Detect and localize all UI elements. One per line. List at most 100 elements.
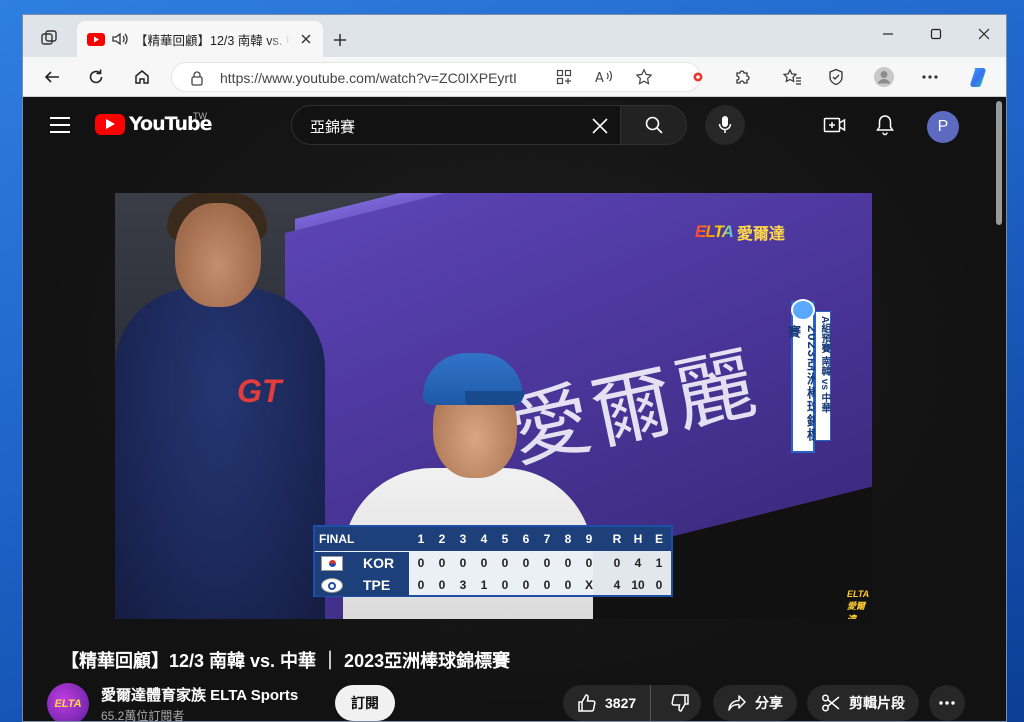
clip-button[interactable]: 剪輯片段: [807, 685, 919, 721]
search-button[interactable]: [621, 105, 687, 145]
inning-header: 3: [459, 532, 467, 546]
workspaces-icon[interactable]: [35, 25, 63, 51]
search-input[interactable]: 亞錦賽: [310, 116, 355, 137]
broadcaster-cn: 愛爾達: [736, 226, 785, 243]
inning-score: 0: [564, 556, 572, 570]
more-horizontal-icon: [939, 701, 955, 705]
home-button[interactable]: [127, 63, 157, 91]
tournament-banner: 2023亞洲棒球錦標賽: [786, 301, 820, 453]
speaker-icon[interactable]: [111, 31, 129, 47]
video-title: 【精華回顧】12/3 南韓 vs. 中華 ｜ 2023亞洲棒球錦標賽: [61, 651, 511, 671]
inning-score: 0: [522, 556, 530, 570]
player-left-head: [175, 203, 261, 307]
notifications-bell-icon[interactable]: [871, 111, 899, 139]
tab-active[interactable]: 【精華回顧】12/3 南韓 vs. 中華: [77, 21, 323, 57]
game-tag: A組預賽 南韓 vs 中華: [815, 311, 831, 441]
tab-strip: 【精華回顧】12/3 南韓 vs. 中華: [23, 15, 1006, 57]
scissors-icon: [822, 694, 840, 712]
address-bar[interactable]: https://www.youtube.com/watch?v=ZC0IXPEy…: [171, 62, 701, 92]
new-tab-button[interactable]: [327, 27, 353, 53]
tab-title: 【精華回顧】12/3 南韓 vs. 中華: [135, 33, 291, 48]
read-aloud-icon[interactable]: A: [589, 63, 619, 91]
inning-header: 2: [438, 532, 446, 546]
inning-score: 0: [543, 578, 551, 592]
browser-toolbar: https://www.youtube.com/watch?v=ZC0IXPEy…: [23, 57, 1006, 97]
share-button[interactable]: 分享: [713, 685, 797, 721]
inning-score: X: [584, 578, 593, 592]
search-box[interactable]: 亞錦賽: [291, 105, 621, 145]
subscriber-count: 65.2萬位訂閱者: [101, 709, 185, 722]
extensions-puzzle-icon[interactable]: [727, 63, 757, 91]
page-scrollbar[interactable]: [994, 99, 1004, 721]
favorites-icon[interactable]: [777, 63, 807, 91]
hits-value: 10: [631, 578, 645, 592]
thumbs-down-icon: [671, 694, 689, 712]
scrollbar-thumb[interactable]: [996, 101, 1002, 225]
broadcaster-logo: ELTA 愛爾達: [695, 220, 785, 244]
baseball-cap-brim: [465, 391, 525, 405]
profile-icon[interactable]: [869, 63, 899, 91]
menu-icon[interactable]: [47, 113, 73, 137]
refresh-button[interactable]: [81, 63, 111, 91]
channel-avatar-text: ELTA: [54, 698, 82, 710]
account-avatar[interactable]: P: [927, 111, 959, 143]
back-button[interactable]: [37, 63, 67, 91]
create-video-icon[interactable]: [821, 111, 849, 139]
settings-more-icon[interactable]: [915, 63, 945, 91]
url-text: https://www.youtube.com/watch?v=ZC0IXPEy…: [220, 70, 517, 86]
hits-header: H: [633, 532, 643, 546]
errors-value: 0: [655, 578, 663, 592]
inning-score: 0: [438, 578, 446, 592]
copilot-icon[interactable]: [963, 63, 993, 91]
browser-essentials-icon[interactable]: [821, 63, 851, 91]
dislike-button[interactable]: [659, 685, 701, 721]
inning-header: 5: [501, 532, 509, 546]
youtube-favicon-icon: [87, 32, 105, 46]
thumbs-up-icon: [578, 694, 596, 712]
runs-value: 0: [613, 556, 621, 570]
korea-flag-icon: [321, 555, 343, 571]
region-code: TW: [193, 111, 207, 121]
inning-score: 0: [522, 578, 530, 592]
inning-header: 8: [564, 532, 572, 546]
inning-score: 0: [501, 556, 509, 570]
inning-score: 0: [480, 556, 488, 570]
scoreboard-row-tpe: TPE 0 0 3 1 0 0 0 0 X 4 10 0: [315, 573, 671, 597]
scoreboard-header: FINAL 1 2 3 4 5 6 7 8 9 R H E: [315, 527, 671, 551]
channel-name[interactable]: 愛爾達體育家族 ELTA Sports: [101, 684, 298, 705]
close-window-button[interactable]: [961, 19, 1006, 49]
video-player[interactable]: 愛爾麗 GT ELTA 愛爾達 2023亞洲棒球錦標賽 A組預賽 南韓 vs 中…: [115, 193, 872, 619]
inning-score: 0: [564, 578, 572, 592]
lock-icon[interactable]: [190, 70, 204, 86]
inning-score: 0: [417, 578, 425, 592]
subscribe-button[interactable]: 訂閱: [335, 685, 395, 721]
inning-score: 0: [438, 556, 446, 570]
more-actions-button[interactable]: [929, 685, 965, 721]
favorite-star-icon[interactable]: [629, 63, 659, 91]
player-left: [115, 288, 325, 619]
scoreboard-row-kor: KOR 0 0 0 0 0 0 0 0 0 0 4 1: [315, 551, 671, 575]
corner-watermark: ELTA 愛爾達: [847, 589, 869, 619]
like-button[interactable]: 3827: [563, 685, 652, 721]
voice-search-button[interactable]: [705, 105, 745, 145]
minimize-button[interactable]: [865, 19, 911, 49]
app-available-icon[interactable]: [549, 63, 579, 91]
inning-score: 0: [543, 556, 551, 570]
extension-record-icon[interactable]: [683, 63, 713, 91]
maximize-button[interactable]: [913, 19, 959, 49]
close-tab-icon[interactable]: [297, 30, 315, 48]
runs-value: 4: [613, 578, 621, 592]
channel-avatar[interactable]: ELTA: [47, 683, 89, 721]
inning-score: 0: [459, 556, 467, 570]
baseball-icon: [791, 299, 815, 321]
chinese-taipei-flag-icon: [321, 577, 343, 593]
inning-header: 4: [480, 532, 488, 546]
inning-score: 1: [480, 578, 488, 592]
like-count: 3827: [605, 695, 637, 711]
team-code: KOR: [363, 555, 395, 571]
inning-header: 7: [543, 532, 551, 546]
game-status: FINAL: [319, 532, 355, 546]
inning-header: 9: [585, 532, 593, 546]
errors-value: 1: [655, 556, 663, 570]
clear-search-icon[interactable]: [586, 112, 614, 140]
